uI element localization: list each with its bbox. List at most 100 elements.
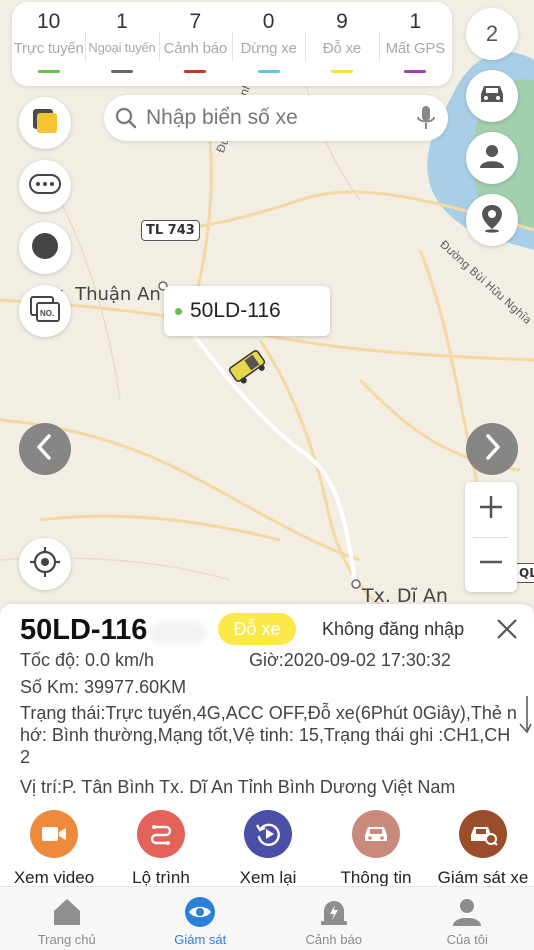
action-label: Giám sát xe xyxy=(437,868,529,887)
map-view[interactable]: TL 743 Đường Huỳnh Đường Bùi Hữu Nghĩa T… xyxy=(0,0,534,606)
status-label: Cảnh báo xyxy=(163,40,228,57)
odometer-text: Số Km: 39977.60KM xyxy=(20,677,187,697)
map-label-road-tl743: TL 743 xyxy=(141,220,200,241)
close-icon xyxy=(494,619,520,646)
microphone-icon[interactable] xyxy=(414,104,438,132)
plus-icon xyxy=(477,493,505,526)
more-options-button[interactable] xyxy=(19,160,71,212)
status-count: 1 xyxy=(409,10,422,33)
status-label: Trực tuyến xyxy=(13,40,84,57)
status-count: 9 xyxy=(336,10,348,33)
vehicle-popup[interactable]: 50LD-116 xyxy=(164,286,330,336)
user-icon xyxy=(450,895,484,929)
search-icon xyxy=(114,106,138,130)
status-gps-lost[interactable]: 1 Mất GPS xyxy=(378,2,452,86)
route-button[interactable]: Lộ trình xyxy=(106,810,216,888)
car-monitor-icon xyxy=(459,810,507,858)
map-label-ql: QL xyxy=(514,563,534,583)
record-circle-icon xyxy=(31,232,59,265)
home-icon xyxy=(50,895,84,929)
nav-profile[interactable]: Của tôi xyxy=(401,887,534,950)
action-label: Lộ trình xyxy=(132,868,190,887)
vehicle-monitor-button[interactable]: Giám sát xe xyxy=(428,810,534,888)
status-details-text: Trạng thái:Trực tuyến,4G,ACC OFF,Đỗ xe(6… xyxy=(20,703,517,767)
status-color-line xyxy=(404,70,427,73)
time-text: Giờ:2020-09-02 17:30:32 xyxy=(249,650,451,670)
my-location-button[interactable] xyxy=(19,538,71,590)
status-label: Đỗ xe xyxy=(322,40,362,57)
chevron-left-icon xyxy=(34,433,56,466)
nav-label: Trang chủ xyxy=(37,932,96,947)
vehicle-state-badge: Đỗ xe xyxy=(218,613,296,645)
nav-alarm[interactable]: Cảnh báo xyxy=(267,887,401,950)
nav-label: Giám sát xyxy=(174,932,227,947)
action-label: Thông tin xyxy=(340,868,412,887)
nav-home[interactable]: Trang chủ xyxy=(0,887,134,950)
svg-text:NO.: NO. xyxy=(40,309,54,318)
status-color-line xyxy=(110,70,133,73)
vehicle-marker-icon[interactable] xyxy=(224,346,270,386)
close-panel-button[interactable] xyxy=(494,616,520,642)
action-label: Xem lại xyxy=(239,868,297,887)
status-count: 7 xyxy=(189,10,202,33)
minus-icon xyxy=(477,548,505,581)
playback-button[interactable]: Xem lại xyxy=(213,810,323,888)
plate-label-toggle-button[interactable]: NO. xyxy=(19,285,71,337)
status-count: 10 xyxy=(36,10,61,33)
crosshair-icon xyxy=(29,546,61,583)
zoom-out-button[interactable] xyxy=(465,537,517,592)
search-bar[interactable] xyxy=(104,95,448,141)
next-vehicle-button[interactable] xyxy=(466,423,518,475)
expand-status-button[interactable] xyxy=(518,696,532,740)
driver-button[interactable] xyxy=(466,132,518,184)
status-color-line xyxy=(37,70,60,73)
vehicle-status-summary: 10 Trực tuyến 1 Ngoại tuyến 7 Cảnh báo 0… xyxy=(12,2,452,86)
car-icon xyxy=(477,82,507,111)
map-pin-icon xyxy=(479,203,505,238)
vehicle-list-button[interactable] xyxy=(466,70,518,122)
layers-icon xyxy=(30,106,60,141)
nav-label: Cảnh báo xyxy=(305,932,362,947)
route-icon xyxy=(137,810,185,858)
video-camera-icon xyxy=(30,810,78,858)
status-label: Ngoại tuyến xyxy=(88,40,156,55)
redacted-plate-suffix xyxy=(150,622,206,644)
status-alarm[interactable]: 7 Cảnh báo xyxy=(158,2,232,86)
zoom-in-button[interactable] xyxy=(465,482,517,537)
plate-number-icon: NO. xyxy=(29,295,61,328)
status-label: Dừng xe xyxy=(240,40,297,57)
alarm-icon xyxy=(317,895,351,929)
status-online[interactable]: 10 Trực tuyến xyxy=(12,2,85,86)
status-color-line xyxy=(257,70,280,73)
map-label-di-an: Tx. Dĩ An xyxy=(362,585,448,606)
status-color-line xyxy=(184,70,207,73)
driver-login-status: Không đăng nhập xyxy=(322,619,465,639)
online-status-dot xyxy=(175,307,182,315)
view-video-button[interactable]: Xem video xyxy=(0,810,109,888)
nav-label: Của tôi xyxy=(446,932,488,947)
status-parked[interactable]: 9 Đỗ xe xyxy=(305,2,378,86)
status-color-line xyxy=(330,70,353,73)
eye-icon xyxy=(183,895,217,929)
map-layer-button[interactable] xyxy=(19,97,71,149)
previous-vehicle-button[interactable] xyxy=(19,423,71,475)
plate-search-input[interactable] xyxy=(146,106,406,130)
person-icon xyxy=(478,142,506,175)
chevron-down-icon xyxy=(518,696,532,744)
status-label: Mất GPS xyxy=(385,40,446,57)
car-info-icon xyxy=(352,810,400,858)
location-pin-button[interactable] xyxy=(466,194,518,246)
speed-text: Tốc độ: 0.0 km/h xyxy=(20,650,155,670)
status-count: 0 xyxy=(262,10,275,33)
record-button[interactable] xyxy=(19,222,71,274)
nav-monitor[interactable]: Giám sát xyxy=(134,887,268,950)
status-offline[interactable]: 1 Ngoại tuyến xyxy=(85,2,158,86)
replay-icon xyxy=(244,810,292,858)
info-plate-number: 50LD-116 xyxy=(20,614,148,646)
bottom-navigation: Trang chủ Giám sát Cảnh báo Của tôi xyxy=(0,886,534,950)
vehicle-info-panel: 50LD-116 Đỗ xe Không đăng nhập Tốc độ: 0… xyxy=(0,604,534,888)
status-stopped[interactable]: 0 Dừng xe xyxy=(231,2,305,86)
location-text: Vị trí:P. Tân Bình Tx. Dĩ An Tỉnh Bình D… xyxy=(20,777,456,797)
vehicle-count-badge[interactable]: 2 xyxy=(466,8,518,60)
vehicle-info-button[interactable]: Thông tin xyxy=(321,810,431,888)
